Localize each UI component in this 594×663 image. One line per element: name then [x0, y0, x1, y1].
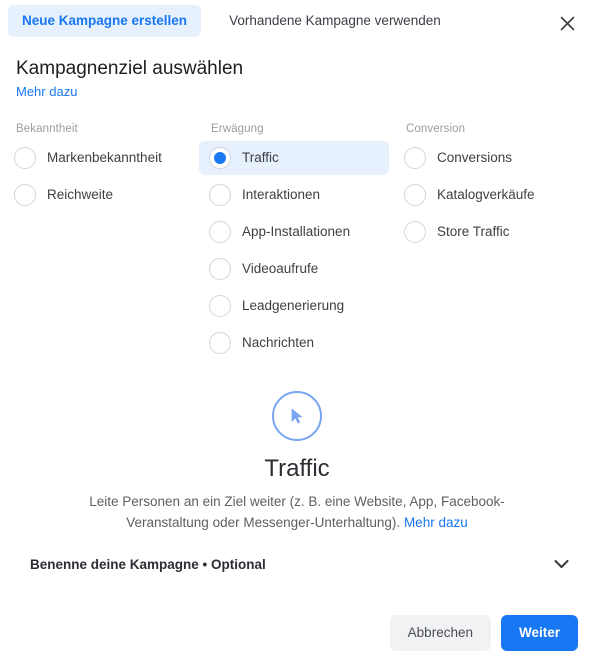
radio-leadgenerierung[interactable]	[209, 294, 231, 317]
objective-option-markenbekanntheit-label: Markenbekanntheit	[47, 149, 162, 165]
objective-option-app-installationen[interactable]: App-Installationen	[199, 215, 389, 249]
objective-option-katalogverkaeufe-label: Katalogverkäufe	[437, 186, 535, 202]
objective-option-nachrichten-label: Nachrichten	[242, 334, 315, 350]
objective-option-traffic-label: Traffic	[242, 149, 279, 165]
radio-nachrichten[interactable]	[209, 331, 231, 354]
objective-columns: Bekanntheit Markenbekanntheit Reichweite…	[0, 123, 594, 363]
campaign-name-section[interactable]: Benenne deine Kampagne • Optional	[0, 546, 594, 582]
next-button[interactable]: Weiter	[500, 614, 578, 652]
radio-traffic[interactable]	[209, 146, 231, 169]
objective-option-reichweite-label: Reichweite	[47, 186, 114, 202]
objective-option-store-traffic[interactable]: Store Traffic	[394, 215, 584, 249]
objective-option-reichweite[interactable]: Reichweite	[4, 178, 194, 212]
objective-option-interaktionen-label: Interaktionen	[242, 186, 321, 202]
objective-column-awareness: Bekanntheit Markenbekanntheit Reichweite	[4, 123, 194, 363]
objective-option-katalogverkaeufe[interactable]: Katalogverkäufe	[394, 178, 584, 212]
close-button[interactable]	[554, 10, 580, 36]
radio-reichweite[interactable]	[14, 183, 36, 206]
header-learn-more-link[interactable]: Mehr dazu	[16, 84, 77, 99]
heading-section: Kampagnenziel auswählen Mehr dazu	[0, 42, 594, 101]
objective-option-videoaufrufe-label: Videoaufrufe	[242, 260, 319, 276]
tab-use-existing-campaign-label: Vorhandene Kampagne verwenden	[229, 12, 441, 28]
objective-option-traffic[interactable]: Traffic	[199, 140, 389, 175]
objective-option-app-installationen-label: App-Installationen	[242, 223, 351, 239]
column-title-conversion: Conversion	[406, 122, 466, 135]
objective-option-leadgenerierung-label: Leadgenerierung	[242, 297, 345, 313]
objective-option-nachrichten[interactable]: Nachrichten	[199, 326, 389, 360]
column-title-consideration: Erwägung	[211, 122, 264, 135]
radio-videoaufrufe[interactable]	[209, 257, 231, 280]
objective-option-conversions[interactable]: Conversions	[394, 141, 584, 175]
objective-option-markenbekanntheit[interactable]: Markenbekanntheit	[4, 141, 194, 175]
preview-description: Leite Personen an ein Ziel weiter (z. B.…	[77, 492, 517, 534]
cursor-pointer-icon	[272, 390, 322, 441]
radio-store-traffic[interactable]	[404, 220, 426, 243]
cancel-button[interactable]: Abbrechen	[389, 614, 491, 652]
radio-interaktionen[interactable]	[209, 183, 231, 206]
radio-conversions[interactable]	[404, 146, 426, 169]
preview-learn-more-link[interactable]: Mehr dazu	[404, 515, 468, 530]
objective-option-interaktionen[interactable]: Interaktionen	[199, 178, 389, 212]
radio-katalogverkaeufe[interactable]	[404, 183, 426, 206]
objective-option-store-traffic-label: Store Traffic	[437, 223, 510, 239]
tab-bar: Neue Kampagne erstellen Vorhandene Kampa…	[0, 0, 594, 42]
column-title-awareness: Bekanntheit	[16, 122, 78, 135]
objective-column-conversion: Conversion Conversions Katalogverkäufe S…	[394, 123, 584, 363]
radio-markenbekanntheit[interactable]	[14, 146, 36, 169]
tab-use-existing-campaign[interactable]: Vorhandene Kampagne verwenden	[215, 5, 455, 37]
radio-app-installationen[interactable]	[209, 220, 231, 243]
objective-option-conversions-label: Conversions	[437, 149, 513, 165]
preview-title: Traffic	[264, 454, 330, 482]
tab-create-new-campaign-label: Neue Kampagne erstellen	[22, 12, 188, 28]
objective-preview: Traffic Leite Personen an ein Ziel weite…	[0, 390, 594, 535]
objective-option-videoaufrufe[interactable]: Videoaufrufe	[199, 252, 389, 286]
objective-column-consideration: Erwägung Traffic Interaktionen App-Insta…	[199, 123, 389, 363]
campaign-name-section-label: Benenne deine Kampagne • Optional	[30, 556, 266, 572]
chevron-down-icon[interactable]	[550, 553, 572, 575]
tab-create-new-campaign[interactable]: Neue Kampagne erstellen	[8, 4, 202, 38]
page-title: Kampagnenziel auswählen	[16, 58, 244, 79]
close-icon	[560, 16, 575, 31]
objective-option-leadgenerierung[interactable]: Leadgenerierung	[199, 289, 389, 323]
footer-actions: Abbrechen Weiter	[0, 603, 594, 663]
